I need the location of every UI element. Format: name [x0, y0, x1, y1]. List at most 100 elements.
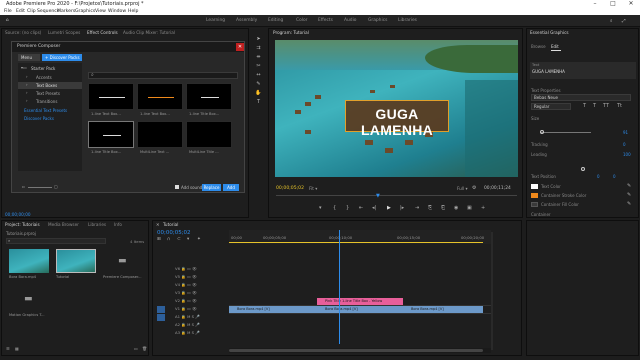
add-sound-checkbox[interactable]: [175, 185, 179, 189]
step-back-icon[interactable]: ◂|: [372, 206, 376, 211]
minimize-icon[interactable]: –: [586, 0, 604, 8]
tab-program[interactable]: Program: Tutorial: [273, 30, 309, 35]
video-frame[interactable]: GUGA LAMENHA: [275, 40, 518, 177]
close-sequence-icon[interactable]: ✕: [156, 222, 160, 227]
program-scrubber[interactable]: [276, 195, 517, 196]
vertical-scrollbar[interactable]: [491, 232, 493, 350]
source-patch-a1[interactable]: [157, 314, 165, 321]
font-style-dropdown[interactable]: Regular: [531, 103, 571, 110]
settings-icon[interactable]: ⚙: [472, 186, 476, 191]
folder-icon[interactable]: ▬: [118, 257, 127, 266]
workspace-effects[interactable]: Effects: [318, 18, 333, 23]
tab-sequence[interactable]: Tutorial: [163, 222, 178, 227]
title-overlay-text[interactable]: GUGA LAMENHA: [351, 106, 443, 138]
thumb-5[interactable]: MultiLine Text ...: [137, 121, 183, 154]
tab-project[interactable]: Project: Tutoriais: [5, 222, 40, 227]
pack-search-input[interactable]: ⌕: [88, 72, 238, 79]
add-marker-icon[interactable]: ▾: [187, 237, 189, 243]
video-clip[interactable]: Bora Bora.mp4 [V]: [317, 306, 403, 313]
menu-view[interactable]: View: [95, 9, 106, 14]
wrench-icon[interactable]: ✦: [197, 237, 201, 243]
linked-selection-icon[interactable]: ⊂: [177, 237, 181, 243]
home-icon[interactable]: ⌂: [6, 18, 9, 23]
tab-lumetri-scopes[interactable]: Lumetri Scopes: [48, 30, 80, 35]
text-color-swatch[interactable]: [531, 184, 538, 189]
maximize-icon[interactable]: □: [604, 0, 622, 8]
position-x-value[interactable]: 0: [597, 174, 600, 179]
tab-effect-controls[interactable]: Effect Controls: [87, 30, 118, 35]
dialog-close-icon[interactable]: ✕: [236, 43, 244, 51]
size-slider[interactable]: [541, 132, 591, 133]
trash-icon[interactable]: 🗑: [142, 347, 147, 351]
tree-transitions[interactable]: Transitions: [36, 99, 57, 104]
selection-tool-icon[interactable]: ➤: [255, 36, 262, 43]
tree-text-boxes[interactable]: Text Boxes: [36, 83, 57, 88]
leading-value[interactable]: 100: [623, 152, 631, 157]
fit-dropdown[interactable]: Fit ▾: [309, 186, 317, 191]
ripple-edit-tool-icon[interactable]: ⇹: [255, 54, 262, 61]
playhead-line[interactable]: [339, 230, 340, 344]
discover-packs-button[interactable]: + Discover Packs: [42, 54, 82, 61]
all-caps-icon[interactable]: TT: [603, 104, 609, 109]
menu-graphics[interactable]: Graphics: [75, 9, 95, 14]
replace-button[interactable]: Replace: [202, 184, 221, 191]
thumb-6[interactable]: MultiLine Title ...: [186, 121, 232, 154]
go-to-in-icon[interactable]: ⇤: [359, 206, 363, 211]
stroke-color-swatch[interactable]: [531, 193, 538, 198]
tab-media-browser[interactable]: Media Browser: [48, 222, 79, 227]
pen-tool-icon[interactable]: ✎: [255, 81, 262, 88]
workspace-color[interactable]: Color: [296, 18, 307, 23]
tab-browse[interactable]: Browse: [531, 44, 546, 49]
zoom-in-icon[interactable]: ▢: [54, 185, 58, 189]
search-icon[interactable]: ⌕: [610, 18, 612, 24]
lift-icon[interactable]: ⎘: [428, 206, 432, 211]
extract-icon[interactable]: ⎗: [441, 206, 445, 211]
play-icon[interactable]: ▶: [387, 206, 391, 211]
italic-icon[interactable]: T: [593, 104, 596, 109]
tab-audio-clip-mixer[interactable]: Audio Clip Mixer: Tutorial: [123, 30, 175, 35]
tab-edit[interactable]: Edit: [551, 44, 559, 49]
hand-tool-icon[interactable]: ✋: [255, 90, 262, 97]
list-view-icon[interactable]: ☰: [6, 347, 10, 351]
font-dropdown[interactable]: Bebas Neue: [531, 94, 631, 101]
size-value[interactable]: 91: [623, 130, 628, 135]
type-tool-icon[interactable]: T: [255, 99, 262, 106]
workspace-graphics[interactable]: Graphics: [368, 18, 387, 23]
menu-clip[interactable]: Clip: [27, 9, 36, 14]
icon-view-icon[interactable]: ▦: [15, 347, 19, 351]
comparison-view-icon[interactable]: ▣: [467, 206, 472, 211]
track-area[interactable]: Pink Title 1-line Title Box - Yellow Bor…: [229, 230, 491, 344]
add-button-icon[interactable]: +: [481, 206, 485, 211]
tree-text-presets[interactable]: Text Presets: [36, 91, 60, 96]
step-forward-icon[interactable]: |▸: [400, 206, 404, 211]
zoom-out-icon[interactable]: ▫: [22, 185, 25, 189]
thumb-4[interactable]: 1-line Title Box...: [88, 121, 134, 154]
fill-color-swatch[interactable]: [531, 202, 538, 207]
scrollbar-thumb[interactable]: [229, 349, 483, 352]
thumb-size-slider[interactable]: [28, 187, 52, 188]
tab-info[interactable]: Info: [114, 222, 122, 227]
timeline-scrollbar[interactable]: [229, 348, 491, 353]
leading-slider-thumb[interactable]: [581, 167, 585, 171]
tab-libraries[interactable]: Libraries: [88, 222, 106, 227]
eyedropper-icon[interactable]: ✎: [627, 184, 631, 189]
menu-help[interactable]: Help: [128, 9, 138, 14]
thumb-1[interactable]: 1-line Text Box...: [88, 83, 134, 116]
export-frame-icon[interactable]: ◉: [454, 206, 458, 211]
size-slider-thumb[interactable]: [540, 130, 544, 134]
workspace-libraries[interactable]: Libraries: [398, 18, 417, 23]
track-select-tool-icon[interactable]: ⇉: [255, 45, 262, 52]
tracking-value[interactable]: 0: [623, 142, 626, 147]
expand-icon[interactable]: ⤢: [622, 18, 626, 24]
thumb-2[interactable]: 1-line Text Box...: [137, 83, 183, 116]
menu-dropdown[interactable]: Menu: [18, 54, 40, 61]
playhead-icon[interactable]: ▼: [376, 193, 380, 199]
graphic-clip[interactable]: Pink Title 1-line Title Box - Yellow: [317, 298, 403, 305]
razor-tool-icon[interactable]: ✂: [255, 63, 262, 70]
time-ruler[interactable]: 00;00 00;00;05;00 00;00;10;00 00;00;15;0…: [229, 230, 491, 244]
mark-out-icon[interactable]: }: [346, 206, 349, 211]
video-clip[interactable]: Bora Bora.mp4 [V]: [403, 306, 483, 313]
nest-icon[interactable]: ⊞: [157, 237, 161, 243]
chevron-right-icon[interactable]: ›: [26, 83, 28, 87]
tree-link-discover[interactable]: Discover Packs: [24, 116, 54, 121]
